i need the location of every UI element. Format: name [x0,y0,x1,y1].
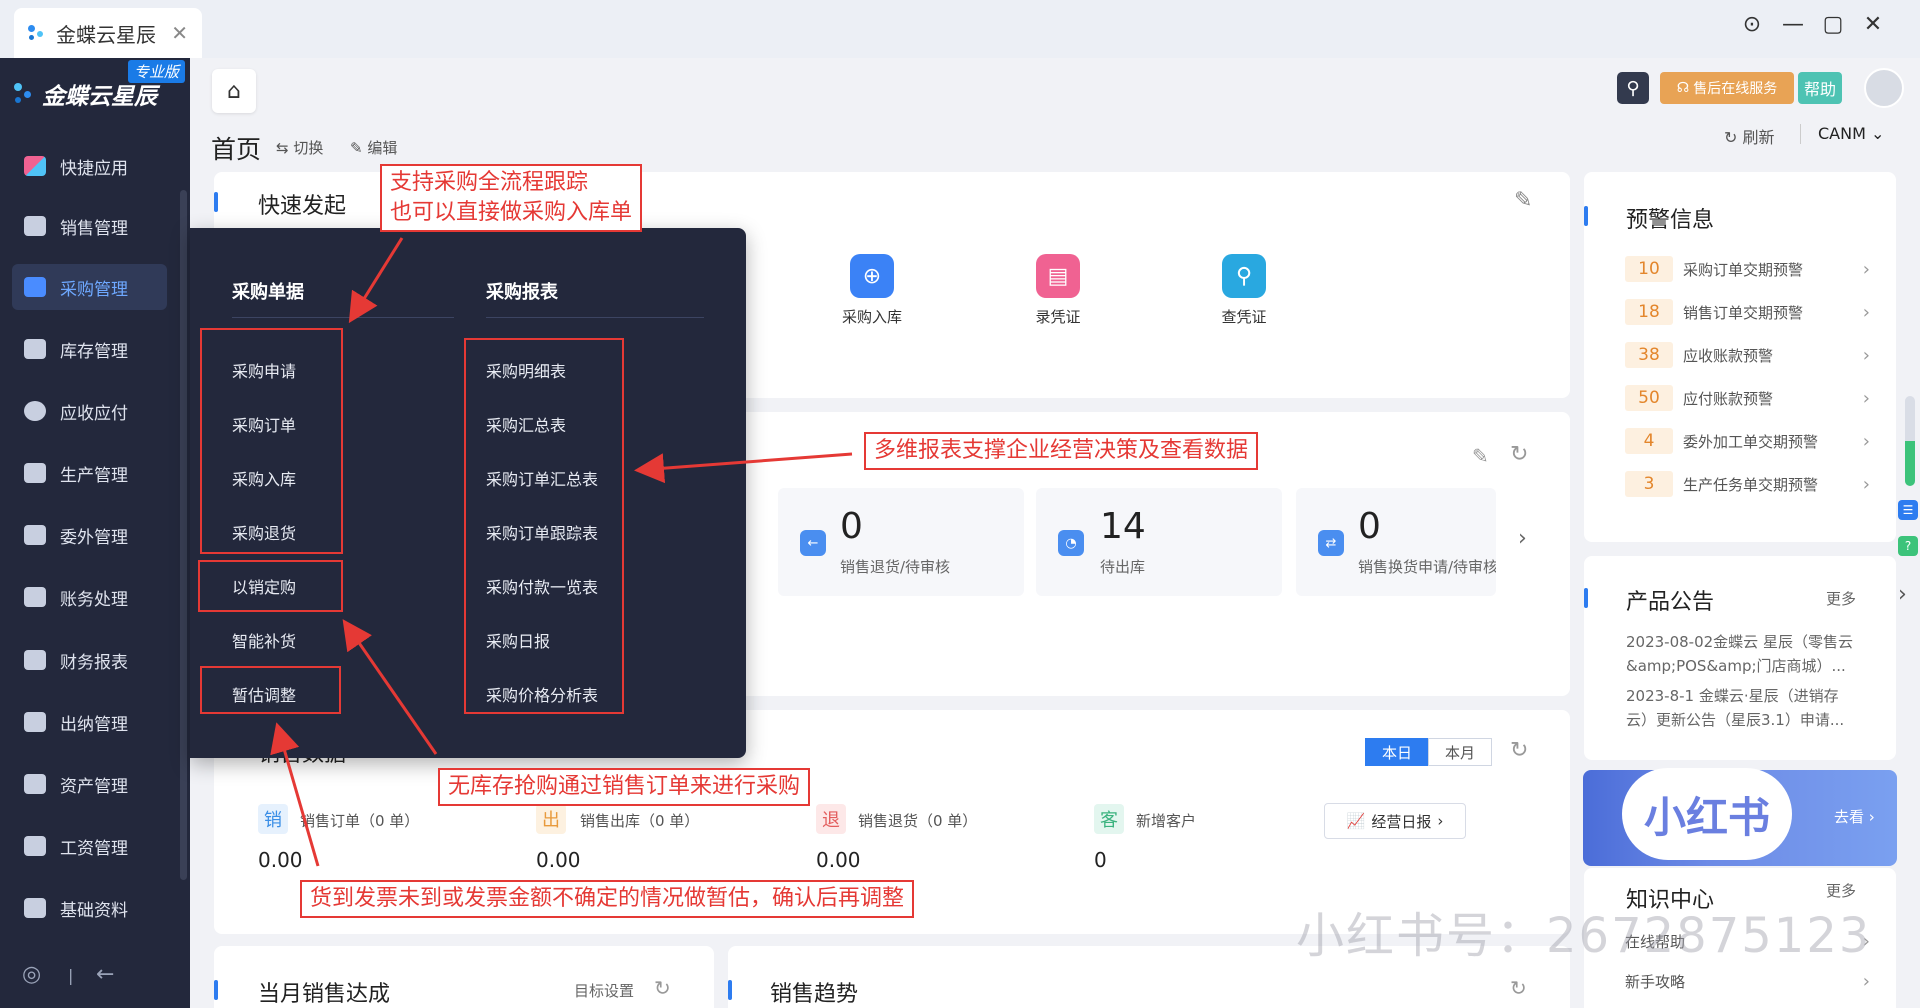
watermark: 小红书号：2672875123 [1296,908,1872,964]
annotation-arrows [270,237,853,867]
annotation-callout: 无库存抢购通过销售订单来进行采购 [438,768,811,806]
annotation-callout: 货到发票未到或发票金额不确定的情况做暂估，确认后再调整 [300,880,915,918]
annotation-callout: 支持采购全流程跟踪 也可以直接做采购入库单 [380,164,643,232]
annotation-callout: 多维报表支撑企业经营决策及查看数据 [864,432,1259,470]
